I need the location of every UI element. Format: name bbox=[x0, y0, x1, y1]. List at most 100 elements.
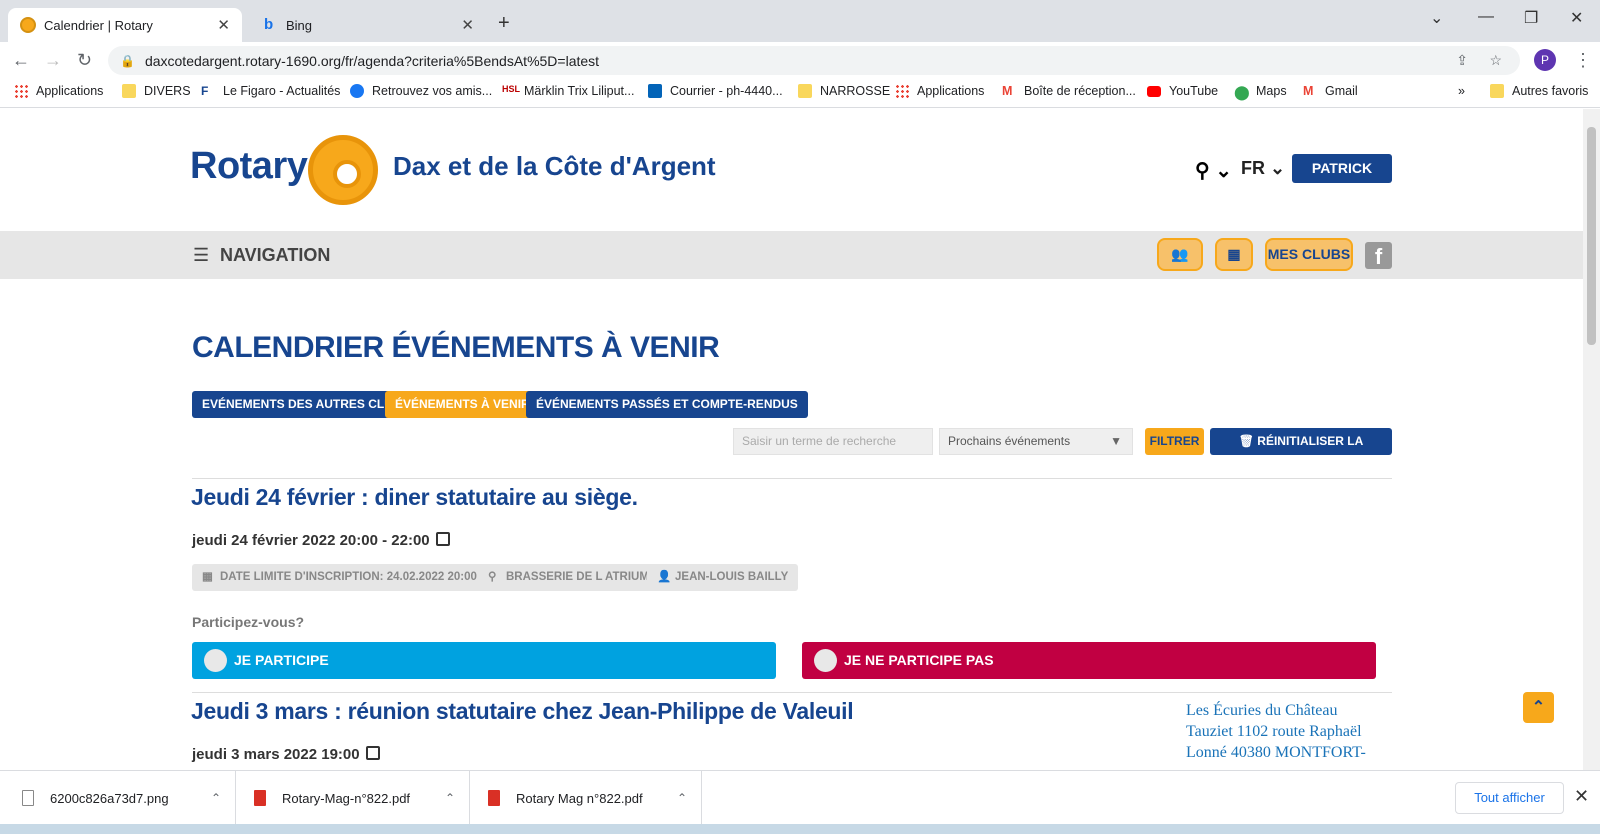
event-title[interactable]: Jeudi 3 mars : réunion statutaire chez J… bbox=[191, 698, 854, 725]
download-item[interactable]: 6200c826a73d7.png ⌃ bbox=[0, 771, 236, 825]
search-icon[interactable]: ⚲ ⌄ bbox=[1195, 158, 1232, 183]
bookmark-youtube[interactable]: YouTube bbox=[1147, 84, 1218, 98]
chevron-up-icon[interactable]: ⌃ bbox=[211, 791, 221, 805]
close-tab-icon[interactable]: ✕ bbox=[461, 16, 474, 34]
chevron-up-icon[interactable]: ⌃ bbox=[445, 791, 455, 805]
event-date: jeudi 3 mars 2022 19:00 bbox=[192, 746, 380, 763]
tab-past-events[interactable]: ÉVÉNEMENTS PASSÉS ET COMPTE-RENDUS bbox=[526, 391, 808, 418]
rotary-logo-wordmark[interactable]: Rotary bbox=[190, 145, 308, 188]
apps-grid-icon bbox=[14, 84, 28, 98]
radio-icon bbox=[814, 649, 837, 672]
bookmark-applications-2[interactable]: Applications bbox=[895, 84, 984, 98]
site-header: Rotary Dax et de la Côte d'Argent ⚲ ⌄ FR… bbox=[0, 109, 1583, 231]
bookmark-star-icon[interactable]: ☆ bbox=[1489, 52, 1502, 69]
youtube-icon bbox=[1147, 85, 1161, 97]
organizer-tag[interactable]: 👤 JEAN-LOUIS BAILLY bbox=[647, 564, 799, 591]
forward-button[interactable]: → bbox=[44, 50, 62, 71]
restore-button[interactable]: ❐ bbox=[1524, 8, 1538, 28]
tab-bing[interactable]: b Bing ✕ bbox=[252, 8, 486, 42]
filter-button[interactable]: FILTRER bbox=[1145, 428, 1204, 455]
add-to-calendar-icon[interactable] bbox=[365, 746, 380, 760]
bookmark-marklin[interactable]: HSL Märklin Trix Liliput... bbox=[502, 84, 634, 98]
tab-calendrier[interactable]: Calendrier | Rotary ✕ bbox=[8, 8, 242, 42]
bookmark-gmail[interactable]: M Gmail bbox=[1303, 84, 1358, 98]
close-tab-icon[interactable]: ✕ bbox=[217, 16, 230, 34]
my-clubs-button[interactable]: MES CLUBS bbox=[1265, 238, 1353, 271]
bookmark-maps[interactable]: ⬤ Maps bbox=[1234, 84, 1287, 100]
show-all-downloads-button[interactable]: Tout afficher bbox=[1455, 782, 1564, 814]
decline-button[interactable]: JE NE PARTICIPE PAS bbox=[802, 642, 1376, 679]
download-item[interactable]: Rotary Mag n°822.pdf ⌃ bbox=[470, 771, 702, 825]
map-pin-icon: ⚲ bbox=[488, 571, 497, 583]
club-title[interactable]: Dax et de la Côte d'Argent bbox=[393, 151, 716, 182]
user-account-button[interactable]: PATRICK HAYE bbox=[1292, 154, 1392, 205]
reload-button[interactable]: ↻ bbox=[77, 50, 92, 71]
bookmark-applications[interactable]: Applications bbox=[14, 84, 103, 98]
folder-icon bbox=[1490, 84, 1504, 98]
marklin-icon: HSL bbox=[502, 84, 520, 94]
add-to-calendar-icon[interactable] bbox=[435, 532, 450, 546]
share-icon[interactable]: ⇪ bbox=[1456, 52, 1468, 69]
bookmarks-overflow-button[interactable]: » bbox=[1458, 84, 1465, 98]
members-icon-button[interactable]: 👥 bbox=[1157, 238, 1203, 271]
figaro-icon: F bbox=[201, 84, 209, 98]
pdf-file-icon bbox=[254, 790, 266, 806]
gmail-icon: M bbox=[1002, 84, 1013, 98]
facebook-icon bbox=[350, 84, 364, 98]
period-select[interactable]: Prochains événements ▼ bbox=[939, 428, 1133, 455]
download-item[interactable]: Rotary-Mag-n°822.pdf ⌃ bbox=[236, 771, 470, 825]
close-window-button[interactable]: ✕ bbox=[1570, 8, 1583, 28]
page-title: CALENDRIER ÉVÉNEMENTS À VENIR bbox=[192, 331, 720, 364]
calendar-icon-button[interactable]: ▦ bbox=[1215, 238, 1253, 271]
bookmark-narrosse[interactable]: NARROSSE bbox=[798, 84, 890, 98]
image-file-icon bbox=[22, 790, 34, 806]
bookmark-other-favorites[interactable]: Autres favoris bbox=[1490, 84, 1588, 98]
bing-favicon-icon: b bbox=[264, 16, 274, 33]
chevron-down-icon: ▼ bbox=[1110, 434, 1122, 448]
hamburger-menu-icon[interactable]: ☰ bbox=[193, 245, 209, 266]
gmail-icon: M bbox=[1303, 84, 1314, 98]
divider bbox=[192, 478, 1392, 479]
user-icon: 👤 bbox=[657, 571, 672, 583]
participate-button[interactable]: JE PARTICIPE bbox=[192, 642, 776, 679]
os-taskbar bbox=[0, 824, 1600, 834]
bookmark-figaro[interactable]: F Le Figaro - Actualités bbox=[201, 84, 340, 98]
navigation-toggle[interactable]: NAVIGATION bbox=[220, 245, 330, 266]
bookmarks-bar: Applications DIVERS F Le Figaro - Actuali… bbox=[0, 78, 1600, 108]
bookmark-gmail-inbox[interactable]: M Boîte de réception... bbox=[1002, 84, 1136, 98]
url-text: daxcotedargent.rotary-1690.org/fr/agenda… bbox=[144, 52, 600, 69]
minimize-button[interactable]: — bbox=[1478, 8, 1494, 26]
close-downloads-icon[interactable]: ✕ bbox=[1574, 786, 1589, 807]
browser-tab-strip: Calendrier | Rotary ✕ b Bing ✕ + ⌄ — ❐ ✕ bbox=[0, 0, 1600, 42]
downloads-bar: 6200c826a73d7.png ⌃ Rotary-Mag-n°822.pdf ⌃… bbox=[0, 770, 1600, 825]
reset-search-button[interactable]: 🗑 RÉINITIALISER LA RECHERCHE bbox=[1210, 428, 1392, 475]
rotary-wheel-logo-icon[interactable] bbox=[308, 135, 378, 205]
search-input[interactable]: Saisir un terme de recherche bbox=[733, 428, 933, 455]
event-title[interactable]: Jeudi 24 février : diner statutaire au s… bbox=[191, 484, 638, 511]
facebook-icon[interactable]: f bbox=[1365, 242, 1392, 269]
scrollbar-thumb[interactable] bbox=[1587, 127, 1596, 345]
menu-kebab-icon[interactable]: ⋮ bbox=[1574, 50, 1592, 71]
language-selector[interactable]: FR ⌄ bbox=[1241, 158, 1285, 179]
event-image-alt-text[interactable]: Les Écuries du Château Tauziet 1102 rout… bbox=[1186, 700, 1386, 763]
participation-question: Participez-vous? bbox=[192, 614, 305, 630]
profile-avatar[interactable]: P bbox=[1534, 49, 1556, 71]
tab-search-chevron-icon[interactable]: ⌄ bbox=[1430, 8, 1443, 28]
bookmark-facebook[interactable]: Retrouvez vos amis... bbox=[350, 84, 492, 98]
outlook-icon bbox=[648, 84, 662, 98]
registration-deadline-tag: ▦ DATE LIMITE D'INSCRIPTION: 24.02.2022 2… bbox=[192, 564, 487, 591]
back-button[interactable]: ← bbox=[12, 50, 30, 71]
trash-icon: 🗑 bbox=[1238, 434, 1258, 448]
url-field[interactable]: 🔒 daxcotedargent.rotary-1690.org/fr/agen… bbox=[108, 46, 1520, 75]
page-scrollbar[interactable] bbox=[1583, 109, 1600, 770]
tab-upcoming-events[interactable]: ÉVÉNEMENTS À VENIR bbox=[385, 391, 540, 418]
divider bbox=[192, 692, 1392, 693]
chevron-up-icon[interactable]: ⌃ bbox=[677, 791, 687, 805]
address-bar-row: ← → ↻ 🔒 daxcotedargent.rotary-1690.org/f… bbox=[0, 42, 1600, 78]
bookmark-divers[interactable]: DIVERS bbox=[122, 84, 191, 98]
new-tab-button[interactable]: + bbox=[498, 12, 510, 35]
bookmark-courrier[interactable]: Courrier - ph-4440... bbox=[648, 84, 783, 98]
location-tag[interactable]: ⚲ BRASSERIE DE L ATRIUM bbox=[478, 564, 659, 591]
web-page: Rotary Dax et de la Côte d'Argent ⚲ ⌄ FR… bbox=[0, 109, 1583, 770]
scroll-to-top-button[interactable]: ⌃ bbox=[1523, 692, 1554, 723]
